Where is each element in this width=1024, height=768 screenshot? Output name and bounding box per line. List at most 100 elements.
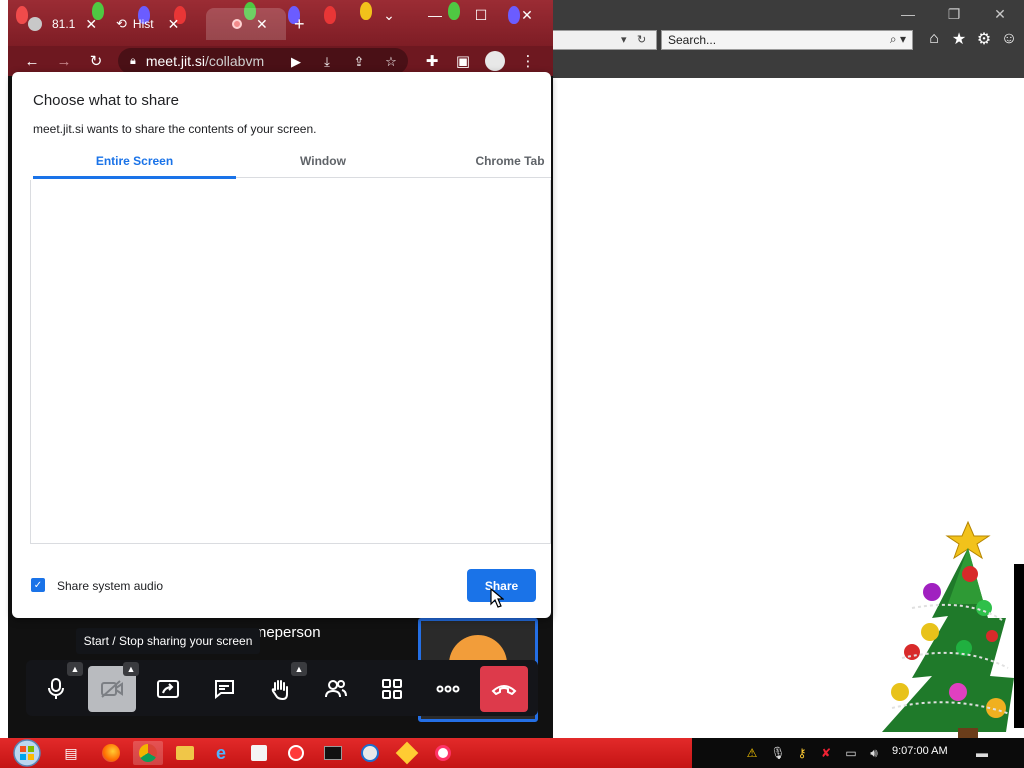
settings-app-icon[interactable] xyxy=(392,741,422,765)
mic-options-caret[interactable]: ▲ xyxy=(67,662,83,676)
tile-view-icon xyxy=(382,679,402,699)
share-screen-dialog: Choose what to share meet.jit.si wants t… xyxy=(12,72,551,618)
ie-scroll-edge xyxy=(1014,564,1024,728)
raise-hand-icon xyxy=(271,680,288,700)
task-view-icon[interactable]: ▤ xyxy=(56,741,86,765)
tab-favicon-icon xyxy=(28,17,42,31)
microphone-tray-icon[interactable]: 🎙︎ xyxy=(770,745,786,761)
ie-search-placeholder: Search... xyxy=(668,33,717,47)
extensions-puzzle-icon[interactable]: ✚ xyxy=(421,50,443,72)
new-tab-button[interactable]: + xyxy=(294,8,314,40)
camera-options-caret[interactable]: ▲ xyxy=(123,662,139,676)
screen-share-tooltip: Start / Stop sharing your screen xyxy=(76,628,260,654)
chat-icon xyxy=(215,680,234,699)
participants-icon xyxy=(325,680,347,698)
command-prompt-icon[interactable] xyxy=(318,741,348,765)
chrome-tab-1[interactable]: 81.1 ✕ xyxy=(28,8,112,40)
chrome-menu-icon[interactable]: ⋮ xyxy=(517,50,539,72)
home-icon[interactable]: ⌂ xyxy=(922,28,946,50)
chrome-tab-strip: 81.1 ✕ ⟲ Hist ✕ ✕ + ⌄ — ☐ ✕ xyxy=(8,0,553,46)
network-app-icon[interactable] xyxy=(355,741,385,765)
warning-icon[interactable]: ⚠ xyxy=(744,745,760,761)
firefox-icon[interactable] xyxy=(96,741,126,765)
ie-taskbar-icon[interactable]: e xyxy=(206,741,236,765)
more-icon xyxy=(436,685,460,693)
chrome-minimize-button[interactable]: — xyxy=(412,0,458,30)
tab-close-icon[interactable]: ✕ xyxy=(168,16,180,33)
ie-minimize-button[interactable]: — xyxy=(885,0,931,28)
game-app-icon[interactable] xyxy=(428,741,458,765)
app-icon[interactable] xyxy=(244,741,274,765)
share-audio-checkbox[interactable]: ✓ xyxy=(31,578,45,592)
camera-off-icon xyxy=(101,680,123,698)
chrome-taskbar-icon[interactable] xyxy=(133,741,163,765)
tab-entire-screen[interactable]: Entire Screen xyxy=(33,154,236,178)
dropdown-icon[interactable]: ▾ xyxy=(621,33,627,46)
history-icon: ⟲ xyxy=(116,16,127,31)
file-explorer-icon[interactable] xyxy=(170,741,200,765)
dialog-subtitle: meet.jit.si wants to share the contents … xyxy=(33,122,317,136)
chat-button[interactable] xyxy=(200,666,248,712)
bulb-decoration xyxy=(16,6,28,24)
refresh-icon[interactable]: ↻ xyxy=(637,33,646,46)
network-icon[interactable]: ▭ xyxy=(843,745,859,761)
tab-label: Hist xyxy=(132,17,154,31)
screen-share-icon xyxy=(157,680,179,698)
ie-tab-strip xyxy=(553,52,1024,78)
participant-name: neperson xyxy=(258,624,321,641)
tab-label: 81.1 xyxy=(52,17,76,31)
christmas-tree-decoration xyxy=(882,520,1014,740)
share-audio-label: Share system audio xyxy=(57,579,164,593)
url-host: meet.jit.si xyxy=(145,53,205,69)
chrome-maximize-button[interactable]: ☐ xyxy=(458,0,504,30)
camera-indicator-icon[interactable]: ▶ xyxy=(287,53,305,71)
ie-close-button[interactable]: ✕ xyxy=(977,0,1023,28)
screen-source-list[interactable] xyxy=(30,180,551,544)
forward-arrow-icon[interactable]: → xyxy=(53,50,75,72)
share-page-icon[interactable]: ⇪ xyxy=(350,53,368,71)
bookmark-star-icon[interactable]: ☆ xyxy=(382,53,400,71)
notifications-icon[interactable]: ▬ xyxy=(974,745,990,761)
side-panel-icon[interactable]: ▣ xyxy=(452,50,474,72)
screen-share-button[interactable] xyxy=(144,666,192,712)
tab-window[interactable]: Window xyxy=(242,154,404,178)
ie-maximize-button[interactable]: ❐ xyxy=(931,0,977,28)
favorites-star-icon[interactable]: ★ xyxy=(947,28,971,50)
dialog-title: Choose what to share xyxy=(33,92,179,109)
more-actions-button[interactable] xyxy=(424,666,472,712)
chrome-tab-history[interactable]: ⟲ Hist ✕ xyxy=(116,8,208,40)
microphone-icon xyxy=(48,678,64,699)
recording-icon xyxy=(232,19,242,29)
key-icon[interactable]: ⚷ xyxy=(794,745,810,761)
taskbar-clock[interactable]: 9:07:00 AM xyxy=(892,745,948,757)
search-icon[interactable]: ⌕ ▾ xyxy=(890,32,906,47)
record-app-icon[interactable] xyxy=(281,741,311,765)
tab-search-chevron-icon[interactable]: ⌄ xyxy=(366,0,412,30)
antivirus-icon[interactable]: ✘ xyxy=(818,745,834,761)
smiley-icon[interactable]: ☺ xyxy=(997,28,1021,50)
profile-avatar-icon[interactable] xyxy=(484,50,506,72)
url-path: /collabvm xyxy=(204,53,265,69)
gear-icon[interactable]: ⚙ xyxy=(972,28,996,50)
ie-address-bar[interactable]: ▾ ↻ xyxy=(553,30,657,50)
bulb-decoration xyxy=(324,6,336,24)
tile-view-button[interactable] xyxy=(368,666,416,712)
lock-icon: 🔒︎ xyxy=(130,54,136,67)
tab-close-icon[interactable]: ✕ xyxy=(85,16,97,33)
start-button[interactable] xyxy=(8,738,46,768)
reactions-caret[interactable]: ▲ xyxy=(291,662,307,676)
windows-logo-icon xyxy=(13,739,41,767)
back-arrow-icon[interactable]: ← xyxy=(21,50,43,72)
hangup-button[interactable] xyxy=(480,666,528,712)
tab-chrome-tab[interactable]: Chrome Tab xyxy=(448,154,551,178)
install-app-icon[interactable]: ⤓ xyxy=(318,53,336,71)
reload-icon[interactable]: ↻ xyxy=(85,50,107,72)
tab-close-icon[interactable]: ✕ xyxy=(256,16,268,33)
active-tab-indicator xyxy=(33,176,236,179)
ie-search-input[interactable]: Search... ⌕ ▾ xyxy=(661,30,913,50)
volume-icon[interactable]: 🔊︎ xyxy=(866,745,882,761)
ie-title-bar: — ❐ ✕ xyxy=(553,0,1024,28)
chrome-close-button[interactable]: ✕ xyxy=(504,0,550,30)
chrome-tab-active[interactable]: ✕ xyxy=(206,8,286,40)
participants-button[interactable] xyxy=(312,666,360,712)
